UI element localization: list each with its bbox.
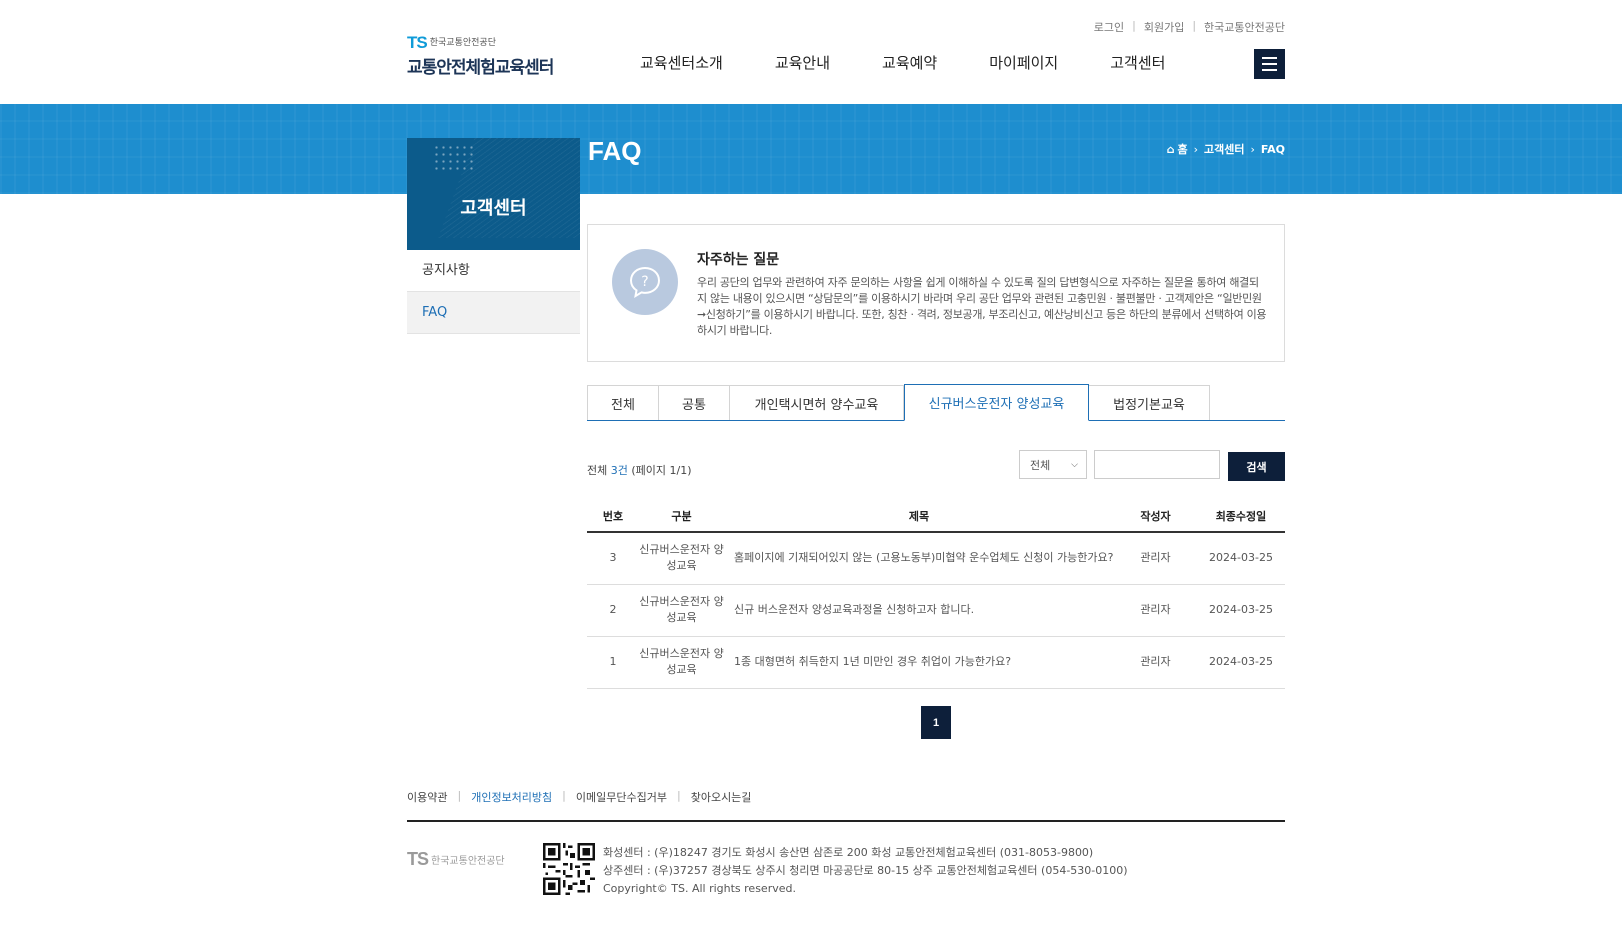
breadcrumb: ⌂ 홈 › 고객센터 › FAQ <box>1167 141 1285 157</box>
row-date: 2024-03-25 <box>1197 584 1285 637</box>
copyright: Copyright© TS. All rights reserved. <box>603 882 796 895</box>
footer-logo-ts: TS <box>407 849 429 869</box>
row-date: 2024-03-25 <box>1197 532 1285 585</box>
nav-customer-center[interactable]: 고객센터 <box>1110 52 1165 73</box>
row-number: 3 <box>587 532 639 585</box>
svg-text:?: ? <box>641 274 648 290</box>
home-icon[interactable]: ⌂ <box>1167 143 1175 156</box>
logo-site-name: 교통안전체험교육센터 <box>407 58 554 78</box>
logo-org-name: 한국교통안전공단 <box>429 38 496 48</box>
footer-logo: TS 한국교통안전공단 <box>407 849 505 870</box>
divider: | <box>676 789 681 802</box>
pagination-page-1[interactable]: 1 <box>921 706 951 739</box>
utility-links: 로그인 | 회원가입 | 한국교통안전공단 <box>1094 19 1285 35</box>
row-category: 신규버스운전자 양성교육 <box>639 584 724 637</box>
login-link[interactable]: 로그인 <box>1094 19 1124 35</box>
footer-address: 화성센터 : (우)18247 경기도 화성시 송산면 삼존로 200 화성 교… <box>603 844 1128 898</box>
row-author: 관리자 <box>1114 532 1197 585</box>
qr-code-icon <box>543 843 595 895</box>
table-header-row: 번호 구분 제목 작성자 최종수정일 <box>587 500 1285 533</box>
chevron-down-icon: ⌵ <box>1071 459 1078 470</box>
logo-ts-mark: TS <box>407 33 428 52</box>
footer-privacy-link[interactable]: 개인정보처리방침 <box>471 789 552 805</box>
footer-logo-org: 한국교통안전공단 <box>431 856 505 867</box>
row-date: 2024-03-25 <box>1197 636 1285 689</box>
breadcrumb-current: FAQ <box>1260 142 1285 156</box>
row-title-link[interactable]: 홈페이지에 기재되어있지 않는 (고용노동부)미협약 운수업체도 신청이 가능한… <box>724 532 1114 585</box>
divider: | <box>457 789 462 802</box>
footer-terms-link[interactable]: 이용약관 <box>407 789 447 805</box>
chevron-right-icon: › <box>1193 142 1198 156</box>
search-type-select[interactable]: 전체 ⌵ <box>1019 450 1087 479</box>
search-input[interactable] <box>1094 450 1220 479</box>
hamburger-icon[interactable] <box>1254 49 1285 79</box>
kotsa-link[interactable]: 한국교통안전공단 <box>1204 19 1285 35</box>
page-info: (페이지 1/1) <box>627 464 692 477</box>
select-value: 전체 <box>1030 458 1051 472</box>
row-number: 1 <box>587 636 639 689</box>
sidebar-title: 고객센터 <box>460 198 527 219</box>
count-prefix: 전체 <box>587 464 611 477</box>
sidebar-item-faq[interactable]: FAQ <box>407 292 580 334</box>
question-bubble-icon: ? <box>612 249 678 315</box>
nav-education-info[interactable]: 교육안내 <box>775 52 830 73</box>
address-sangju: 상주센터 : (우)37257 경상북도 상주시 청리면 마공공단로 80-15… <box>603 864 1128 877</box>
address-hwaseong: 화성센터 : (우)18247 경기도 화성시 송산면 삼존로 200 화성 교… <box>603 846 1094 859</box>
table-row[interactable]: 3 신규버스운전자 양성교육 홈페이지에 기재되어있지 않는 (고용노동부)미협… <box>587 532 1285 585</box>
col-title: 제목 <box>724 500 1114 533</box>
footer-directions-link[interactable]: 찾아오시는길 <box>691 789 752 805</box>
site-header: TS 한국교통안전공단 교통안전체험교육센터 로그인 | 회원가입 | 한국교통… <box>0 0 1622 104</box>
page-title: FAQ <box>588 136 642 166</box>
row-author: 관리자 <box>1114 584 1197 637</box>
faq-intro-box: ? 자주하는 질문 우리 공단의 업무와 관련하여 자주 문의하는 사항을 쉽게… <box>587 224 1285 362</box>
intro-title: 자주하는 질문 <box>697 252 780 268</box>
table-row[interactable]: 2 신규버스운전자 양성교육 신규 버스운전자 양성교육과정을 신청하고자 합니… <box>587 584 1285 637</box>
tab-new-bus-driver[interactable]: 신규버스운전자 양성교육 <box>904 384 1089 421</box>
table-row[interactable]: 1 신규버스운전자 양성교육 1종 대형면허 취득한지 1년 미만인 경우 취업… <box>587 636 1285 689</box>
tab-all[interactable]: 전체 <box>587 385 659 420</box>
tab-statutory-basic[interactable]: 법정기본교육 <box>1089 385 1210 420</box>
main-nav: 교육센터소개 교육안내 교육예약 마이페이지 고객센터 <box>640 52 1217 73</box>
col-number: 번호 <box>587 500 639 533</box>
signup-link[interactable]: 회원가입 <box>1144 19 1184 35</box>
footer-divider <box>407 820 1285 822</box>
divider: | <box>562 789 566 802</box>
breadcrumb-customer-center[interactable]: 고객센터 <box>1204 141 1244 157</box>
nav-education-booking[interactable]: 교육예약 <box>882 52 937 73</box>
sub-banner <box>0 104 1622 194</box>
faq-table: 번호 구분 제목 작성자 최종수정일 3 신규버스운전자 양성교육 홈페이지에 … <box>587 500 1285 689</box>
sidebar-item-notice[interactable]: 공지사항 <box>407 250 580 292</box>
breadcrumb-home[interactable]: 홈 <box>1177 141 1187 157</box>
col-modified-date: 최종수정일 <box>1197 500 1285 533</box>
result-count: 전체 3건 (페이지 1/1) <box>587 462 692 478</box>
col-category: 구분 <box>639 500 724 533</box>
footer-email-refusal-link[interactable]: 이메일무단수집거부 <box>576 789 667 805</box>
nav-mypage[interactable]: 마이페이지 <box>989 52 1058 73</box>
row-number: 2 <box>587 584 639 637</box>
tab-taxi-license-transfer[interactable]: 개인택시면허 양수교육 <box>730 385 904 420</box>
row-category: 신규버스운전자 양성교육 <box>639 636 724 689</box>
row-title-link[interactable]: 신규 버스운전자 양성교육과정을 신청하고자 합니다. <box>724 584 1114 637</box>
row-author: 관리자 <box>1114 636 1197 689</box>
tab-common[interactable]: 공통 <box>659 385 730 420</box>
search-button[interactable]: 검색 <box>1228 452 1285 481</box>
row-category: 신규버스운전자 양성교육 <box>639 532 724 585</box>
divider: | <box>1192 19 1197 32</box>
category-tabs: 전체 공통 개인택시면허 양수교육 신규버스운전자 양성교육 법정기본교육 <box>587 384 1285 421</box>
footer-links: 이용약관 | 개인정보처리방침 | 이메일무단수집거부 | 찾아오시는길 <box>407 789 751 805</box>
col-author: 작성자 <box>1114 500 1197 533</box>
divider: | <box>1132 19 1136 32</box>
intro-description: 우리 공단의 업무와 관련하여 자주 문의하는 사항을 쉽게 이해하실 수 있도… <box>697 276 1267 337</box>
sidebar-header: 고객센터 <box>407 138 580 250</box>
chevron-right-icon: › <box>1250 142 1255 156</box>
site-logo[interactable]: TS 한국교통안전공단 교통안전체험교육센터 <box>407 33 554 78</box>
nav-center-intro[interactable]: 교육센터소개 <box>640 52 723 73</box>
count-number: 3건 <box>610 464 628 477</box>
row-title-link[interactable]: 1종 대형면허 취득한지 1년 미만인 경우 취업이 가능한가요? <box>724 636 1114 689</box>
